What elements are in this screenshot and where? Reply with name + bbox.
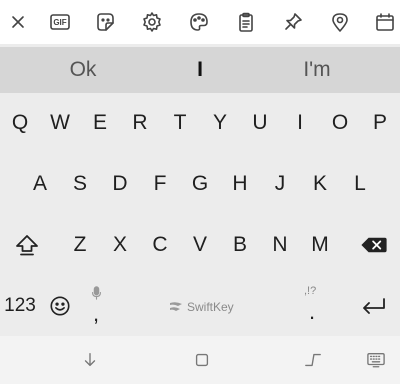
shift-icon[interactable] [5,225,49,265]
theme-palette-icon[interactable] [184,8,214,36]
enter-icon[interactable] [350,286,396,326]
keyboard-switch-icon[interactable] [362,348,390,372]
clipboard-icon[interactable] [231,8,261,36]
brand-label: SwiftKey [187,300,234,314]
period-key[interactable]: . [296,299,328,324]
key-b[interactable]: B [220,225,260,265]
key-i[interactable]: I [280,103,320,143]
sticker-icon[interactable] [90,8,120,36]
key-l[interactable]: L [340,164,380,204]
key-z[interactable]: Z [60,225,100,265]
key-g[interactable]: G [180,164,220,204]
gif-icon[interactable]: GIF [45,8,75,36]
key-t[interactable]: T [160,103,200,143]
settings-gear-icon[interactable] [137,8,167,36]
key-c[interactable]: C [140,225,180,265]
key-r[interactable]: R [120,103,160,143]
key-d[interactable]: D [100,164,140,204]
backspace-icon[interactable] [352,225,396,265]
key-u[interactable]: U [240,103,280,143]
key-m[interactable]: M [300,225,340,265]
back-icon[interactable] [299,348,327,372]
key-x[interactable]: X [100,225,140,265]
key-y[interactable]: Y [200,103,240,143]
swiftkey-logo-icon [170,302,182,311]
key-n[interactable]: N [260,225,300,265]
key-j[interactable]: J [260,164,300,204]
key-q[interactable]: Q [0,103,40,143]
suggestion-right[interactable]: I'm [234,47,400,93]
suggestion-bar: Ok I I'm [0,47,400,93]
suggestion-left[interactable]: Ok [0,47,166,93]
key-f[interactable]: F [140,164,180,204]
calendar-icon[interactable] [370,8,400,36]
key-e[interactable]: E [80,103,120,143]
system-navbar [0,336,400,384]
key-w[interactable]: W [40,103,80,143]
key-v[interactable]: V [180,225,220,265]
location-pin-icon[interactable] [325,8,355,36]
recent-apps-icon[interactable] [188,348,216,372]
comma-key[interactable]: , [80,301,112,326]
close-icon[interactable] [3,8,33,36]
key-p[interactable]: P [360,103,400,143]
swiftkey-brand[interactable]: SwiftKey [168,298,234,316]
emoji-icon[interactable] [40,286,80,326]
keyboard-toolbar: GIF [0,0,400,44]
key-h[interactable]: H [220,164,260,204]
gif-label: GIF [53,17,67,27]
hide-keyboard-icon[interactable] [76,348,104,372]
key-a[interactable]: A [20,164,60,204]
punctuation-hint: ,!? [304,285,317,297]
suggestion-center[interactable]: I [166,47,234,93]
key-s[interactable]: S [60,164,100,204]
numbers-key[interactable]: 123 [0,286,40,326]
microphone-icon [80,284,112,302]
key-k[interactable]: K [300,164,340,204]
pin-icon[interactable] [278,8,308,36]
key-o[interactable]: O [320,103,360,143]
